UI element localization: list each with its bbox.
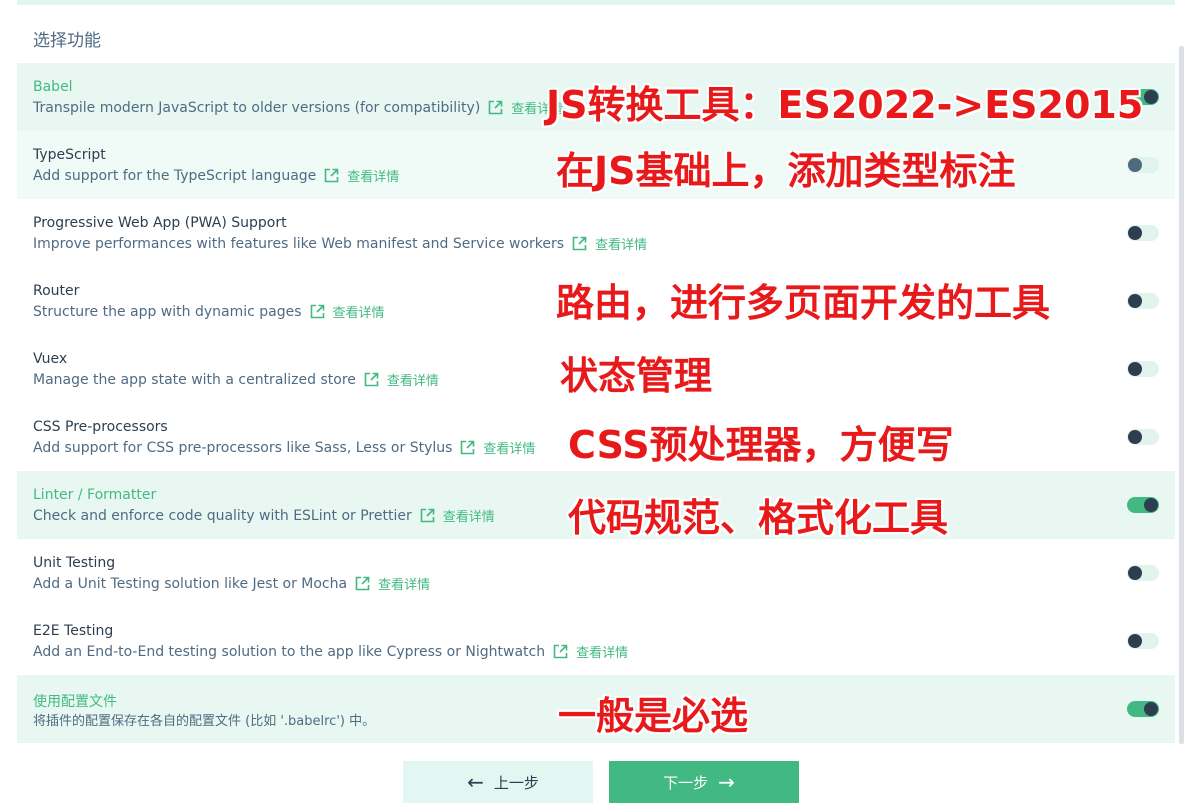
feature-description: Add support for the TypeScript language [33, 167, 317, 184]
feature-title: Vuex [33, 351, 68, 367]
feature-description: Manage the app state with a centralized … [33, 371, 356, 388]
feature-title: 使用配置文件 [33, 694, 117, 710]
prev-button-label: 上一步 [493, 773, 539, 792]
feature-title: Linter / Formatter [33, 487, 157, 503]
next-button[interactable]: 下一步 → [609, 761, 799, 803]
details-link[interactable]: 查看详情 [576, 642, 628, 661]
css-preprocessors-toggle[interactable] [1127, 429, 1159, 445]
router-toggle[interactable] [1127, 293, 1159, 309]
details-link[interactable]: 查看详情 [347, 166, 399, 185]
external-link-icon[interactable] [553, 644, 568, 659]
annotation-babel: JS转换工具：ES2022->ES2015 [546, 83, 1144, 127]
unit-testing-toggle[interactable] [1127, 565, 1159, 581]
feature-title: Progressive Web App (PWA) Support [33, 215, 287, 231]
linter-toggle[interactable] [1127, 497, 1159, 513]
external-link-icon[interactable] [572, 236, 587, 251]
arrow-right-icon: → [718, 770, 735, 794]
external-link-icon[interactable] [364, 372, 379, 387]
external-link-icon[interactable] [310, 304, 325, 319]
details-link[interactable]: 查看详情 [483, 438, 535, 457]
external-link-icon[interactable] [420, 508, 435, 523]
annotation-vuex: 状态管理 [560, 354, 713, 398]
annotation-typescript: 在JS基础上，添加类型标注 [556, 149, 1016, 193]
details-link[interactable]: 查看详情 [443, 506, 495, 525]
section-title: 选择功能 [33, 31, 101, 51]
external-link-icon[interactable] [488, 100, 503, 115]
feature-title: Router [33, 283, 80, 299]
feature-row-e2e-testing[interactable]: E2E Testing Add an End-to-End testing so… [17, 607, 1175, 675]
external-link-icon[interactable] [460, 440, 475, 455]
annotation-config: 一般是必选 [558, 694, 749, 738]
feature-description: Add a Unit Testing solution like Jest or… [33, 575, 348, 592]
top-border [17, 0, 1175, 5]
details-link[interactable]: 查看详情 [595, 234, 647, 253]
feature-row-pwa[interactable]: Progressive Web App (PWA) Support Improv… [17, 199, 1175, 267]
pwa-toggle[interactable] [1127, 225, 1159, 241]
feature-title: TypeScript [33, 147, 106, 163]
arrow-left-icon: ← [467, 770, 484, 794]
external-link-icon[interactable] [355, 576, 370, 591]
config-files-toggle[interactable] [1127, 701, 1159, 717]
feature-description: Improve performances with features like … [33, 235, 565, 252]
feature-title: Unit Testing [33, 555, 116, 571]
feature-title: Babel [33, 79, 73, 95]
scrollbar[interactable] [1179, 46, 1184, 744]
annotation-css: CSS预处理器，方便写 [568, 423, 954, 467]
feature-description: Structure the app with dynamic pages [33, 303, 302, 320]
next-button-label: 下一步 [663, 773, 709, 792]
feature-description: Add support for CSS pre-processors like … [33, 439, 453, 456]
prev-button[interactable]: ← 上一步 [403, 761, 593, 803]
details-link[interactable]: 查看详情 [333, 302, 385, 321]
feature-row-unit-testing[interactable]: Unit Testing Add a Unit Testing solution… [17, 539, 1175, 607]
feature-description: Add an End-to-End testing solution to th… [33, 643, 546, 660]
external-link-icon[interactable] [324, 168, 339, 183]
e2e-testing-toggle[interactable] [1127, 633, 1159, 649]
feature-description: Transpile modern JavaScript to older ver… [33, 99, 481, 116]
details-link[interactable]: 查看详情 [387, 370, 439, 389]
annotation-linter: 代码规范、格式化工具 [568, 496, 949, 540]
details-link[interactable]: 查看详情 [378, 574, 430, 593]
feature-title: E2E Testing [33, 623, 114, 639]
feature-description: Check and enforce code quality with ESLi… [33, 507, 412, 524]
annotation-router: 路由，进行多页面开发的工具 [556, 281, 1051, 325]
typescript-toggle[interactable] [1127, 157, 1159, 173]
feature-description: 将插件的配置保存在各自的配置文件 (比如 '.babelrc') 中。 [33, 714, 376, 729]
vuex-toggle[interactable] [1127, 361, 1159, 377]
feature-title: CSS Pre-processors [33, 419, 168, 435]
